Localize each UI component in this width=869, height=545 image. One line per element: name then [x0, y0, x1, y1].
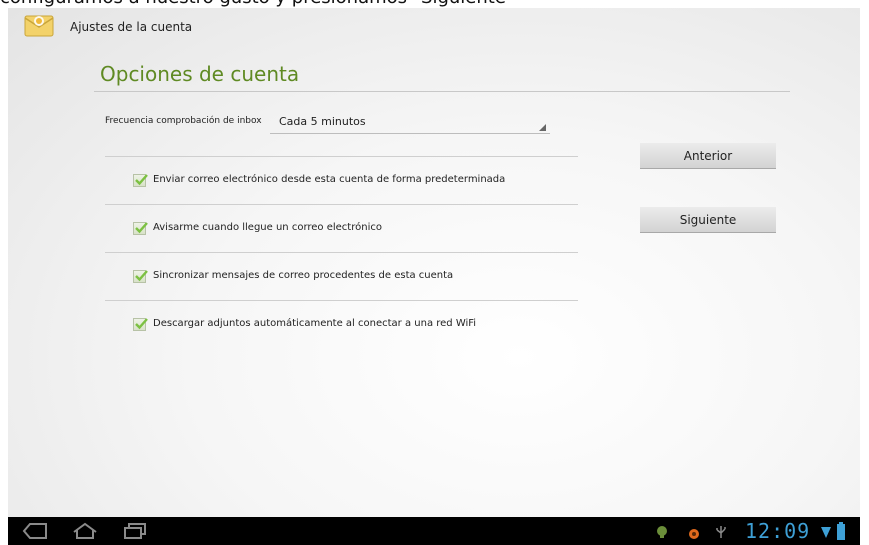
usb-icon [715, 524, 727, 543]
recent-apps-icon[interactable] [122, 522, 148, 544]
option-label: Avisarme cuando llegue un correo electró… [153, 222, 382, 233]
checkbox-checked-icon[interactable] [133, 222, 148, 235]
home-icon[interactable] [72, 522, 98, 544]
divider [105, 252, 578, 253]
app-title: Ajustes de la cuenta [70, 20, 193, 34]
inbox-frequency-value: Cada 5 minutos [279, 115, 366, 128]
option-label: Sincronizar mensajes de correo procedent… [153, 270, 454, 281]
battery-icon [837, 522, 845, 544]
action-bar: Ajustes de la cuenta [8, 8, 860, 46]
divider [105, 300, 578, 301]
checkbox-checked-icon[interactable] [133, 318, 148, 331]
next-button[interactable]: Siguiente [640, 207, 776, 233]
system-bar: 12:09 [8, 517, 860, 545]
previous-button[interactable]: Anterior [640, 143, 776, 169]
section-divider [94, 91, 790, 92]
tutorial-caption: configuramos a nuestro gusto y presionam… [0, 0, 869, 8]
checkbox-checked-icon[interactable] [133, 174, 148, 187]
dropdown-arrow-icon [539, 124, 546, 131]
option-label: Enviar correo electrónico desde esta cue… [153, 174, 506, 185]
android-debug-icon [655, 524, 669, 543]
section-title: Opciones de cuenta [100, 62, 300, 86]
divider [105, 156, 578, 157]
notification-icon [688, 525, 700, 544]
inbox-frequency-select[interactable]: Cada 5 minutos [270, 110, 550, 134]
settings-screen: Ajustes de la cuenta Opciones de cuenta … [8, 8, 860, 545]
back-icon[interactable] [22, 522, 48, 544]
divider [105, 204, 578, 205]
inbox-frequency-label: Frecuencia comprobación de inbox [105, 116, 262, 126]
option-label: Descargar adjuntos automáticamente al co… [153, 318, 477, 329]
wifi-icon [820, 524, 832, 543]
email-envelope-icon[interactable] [24, 12, 54, 38]
system-clock: 12:09 [745, 519, 811, 543]
checkbox-checked-icon[interactable] [133, 270, 148, 283]
